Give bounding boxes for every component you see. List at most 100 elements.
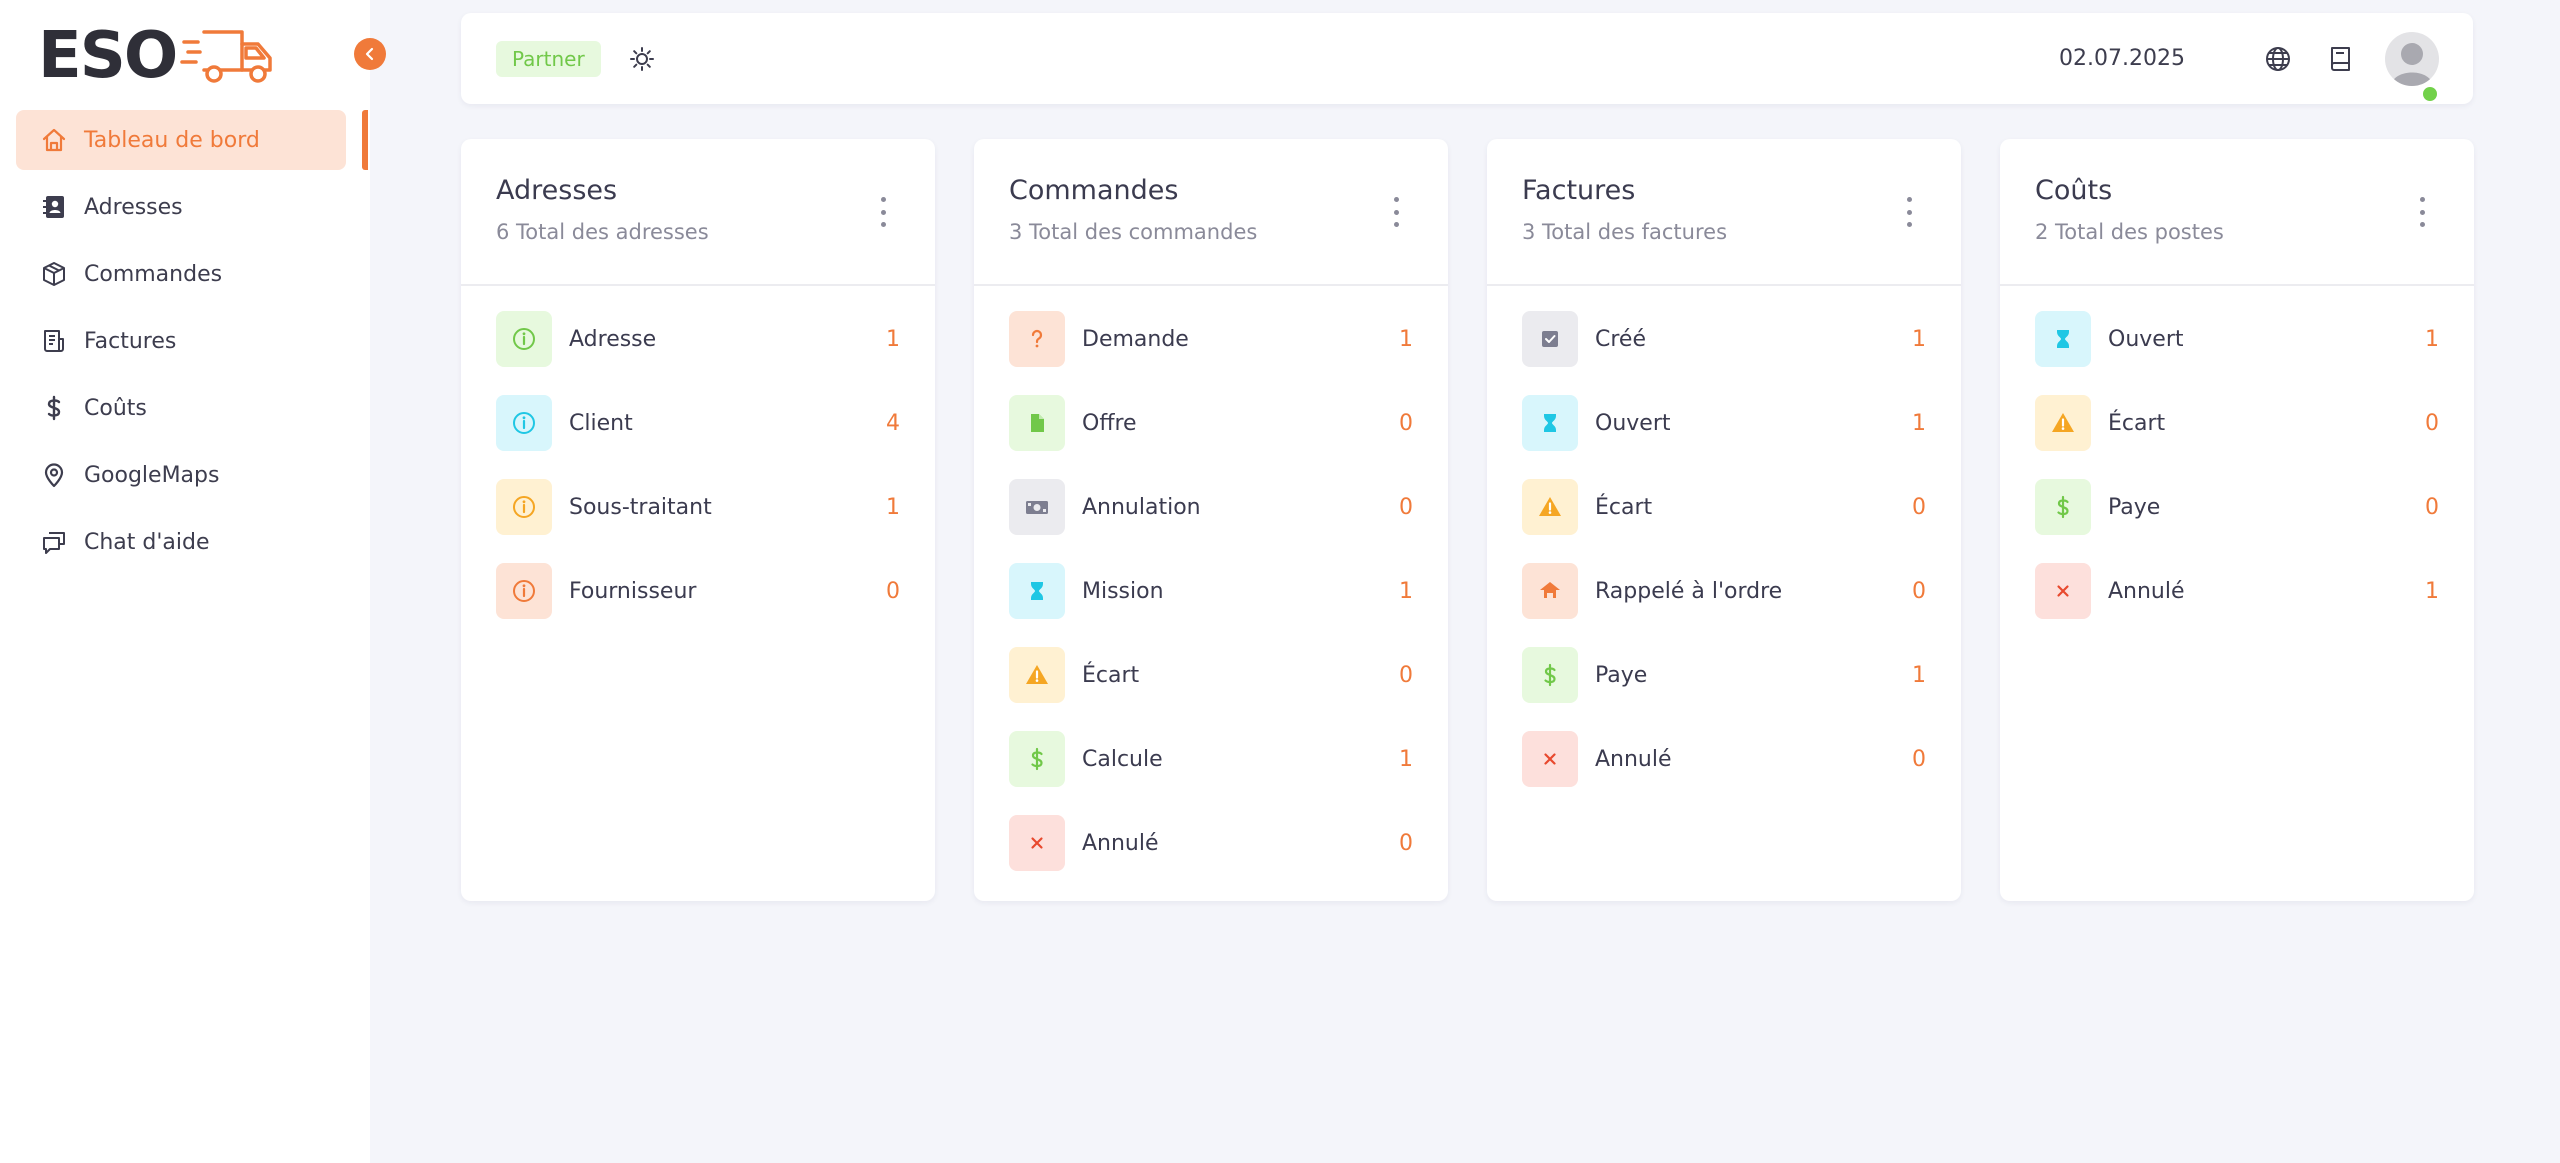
card-commandes: Commandes 3 Total des commandes Demande … <box>974 139 1448 901</box>
status-label: Écart <box>1595 494 1653 520</box>
list-item[interactable]: Écart 0 <box>1009 647 1413 703</box>
status-count: 0 <box>1399 410 1413 436</box>
card-title: Commandes <box>1009 175 1179 206</box>
list-item[interactable]: Ouvert 1 <box>2035 311 2439 367</box>
status-count: 0 <box>2425 494 2439 520</box>
sidebar-item-commandes[interactable]: Commandes <box>16 244 346 304</box>
status-label: Ouvert <box>1595 410 1671 436</box>
sidebar-item-tableau-de-bord[interactable]: Tableau de bord <box>16 110 346 170</box>
book-icon[interactable] <box>2323 42 2357 76</box>
list-item[interactable]: Annulé 1 <box>2035 563 2439 619</box>
map-pin-icon <box>38 459 70 491</box>
truck-icon <box>180 30 272 83</box>
status-label: Offre <box>1082 410 1137 436</box>
sidebar-item-couts[interactable]: Coûts <box>16 378 346 438</box>
list-item[interactable]: Annulé 0 <box>1009 815 1413 871</box>
status-count: 1 <box>2425 326 2439 352</box>
list-item[interactable]: Mission 1 <box>1009 563 1413 619</box>
list-item[interactable]: Ouvert 1 <box>1522 395 1926 451</box>
status-count: 0 <box>2425 410 2439 436</box>
list-item[interactable]: Fournisseur 0 <box>496 563 900 619</box>
status-label: Annulé <box>2108 578 2185 604</box>
sidebar-item-label: Adresses <box>84 194 183 220</box>
card-header: Adresses 6 Total des adresses <box>461 139 935 286</box>
status-count: 1 <box>886 326 900 352</box>
sidebar-item-chat-daide[interactable]: Chat d'aide <box>16 512 346 572</box>
list-item[interactable]: Sous-traitant 1 <box>496 479 900 535</box>
dollar-icon <box>2035 479 2091 535</box>
status-label: Écart <box>1082 662 1140 688</box>
list-item[interactable]: Calcule 1 <box>1009 731 1413 787</box>
status-count: 1 <box>1399 578 1413 604</box>
globe-icon[interactable] <box>2261 42 2295 76</box>
sidebar-item-label: Commandes <box>84 261 223 287</box>
warning-icon <box>1009 647 1065 703</box>
sidebar-item-factures[interactable]: Factures <box>16 311 346 371</box>
list-item[interactable]: Paye 0 <box>2035 479 2439 535</box>
invoice-icon <box>38 325 70 357</box>
list-item[interactable]: Annulation 0 <box>1009 479 1413 535</box>
more-vertical-icon[interactable] <box>2410 197 2434 227</box>
status-label: Sous-traitant <box>569 494 712 520</box>
sidebar-nav: Tableau de bord Adresses Commandes Factu… <box>16 110 346 579</box>
status-count: 1 <box>886 494 900 520</box>
sidebar-item-label: Tableau de bord <box>84 127 260 153</box>
sidebar-item-label: Coûts <box>84 395 147 421</box>
status-count: 0 <box>1912 578 1926 604</box>
list-item[interactable]: Annulé 0 <box>1522 731 1926 787</box>
card-title: Factures <box>1522 175 1636 206</box>
list-item[interactable]: Écart 0 <box>1522 479 1926 535</box>
info-icon <box>496 479 552 535</box>
status-label: Annulé <box>1082 830 1159 856</box>
info-icon <box>496 563 552 619</box>
more-vertical-icon[interactable] <box>871 197 895 227</box>
collapse-sidebar-button[interactable] <box>354 38 386 70</box>
status-label: Fournisseur <box>569 578 697 604</box>
list-item[interactable]: Paye 1 <box>1522 647 1926 703</box>
status-count: 1 <box>2425 578 2439 604</box>
list-item[interactable]: Offre 0 <box>1009 395 1413 451</box>
user-icon <box>2391 43 2433 86</box>
card-header: Factures 3 Total des factures <box>1487 139 1961 286</box>
more-vertical-icon[interactable] <box>1384 197 1408 227</box>
status-label: Demande <box>1082 326 1189 352</box>
checkbox-icon <box>1522 311 1578 367</box>
card-header: Commandes 3 Total des commandes <box>974 139 1448 286</box>
list-item[interactable]: Client 4 <box>496 395 900 451</box>
sidebar-item-googlemaps[interactable]: GoogleMaps <box>16 445 346 505</box>
hourglass-icon <box>1009 563 1065 619</box>
status-label: Calcule <box>1082 746 1163 772</box>
card-subtitle: 2 Total des postes <box>2035 220 2224 244</box>
status-count: 0 <box>1399 494 1413 520</box>
warning-icon <box>2035 395 2091 451</box>
status-label: Annulation <box>1082 494 1201 520</box>
status-list: Demande 1 Offre 0 Annulation 0 Mission 1… <box>1009 311 1413 899</box>
list-item[interactable]: Rappelé à l'ordre 0 <box>1522 563 1926 619</box>
sun-icon[interactable] <box>626 43 658 75</box>
list-item[interactable]: Écart 0 <box>2035 395 2439 451</box>
sidebar-item-label: Factures <box>84 328 177 354</box>
card-subtitle: 3 Total des commandes <box>1009 220 1258 244</box>
role-badge: Partner <box>496 41 601 77</box>
status-count: 1 <box>1399 326 1413 352</box>
status-list: Adresse 1 Client 4 Sous-traitant 1 Fourn… <box>496 311 900 647</box>
avatar[interactable] <box>2385 32 2439 86</box>
top-header: Partner 02.07.2025 <box>461 13 2473 104</box>
warning-icon <box>1522 479 1578 535</box>
list-item[interactable]: Adresse 1 <box>496 311 900 367</box>
card-subtitle: 6 Total des adresses <box>496 220 709 244</box>
status-label: Ouvert <box>2108 326 2184 352</box>
close-icon <box>1009 815 1065 871</box>
status-label: Annulé <box>1595 746 1672 772</box>
chat-icon <box>38 526 70 558</box>
money-icon <box>1009 479 1065 535</box>
status-label: Mission <box>1082 578 1164 604</box>
sidebar-item-adresses[interactable]: Adresses <box>16 177 346 237</box>
list-item[interactable]: Créé 1 <box>1522 311 1926 367</box>
status-count: 1 <box>1912 662 1926 688</box>
dollar-icon <box>1009 731 1065 787</box>
list-item[interactable]: Demande 1 <box>1009 311 1413 367</box>
more-vertical-icon[interactable] <box>1897 197 1921 227</box>
logo[interactable]: ESO <box>38 22 276 90</box>
chevron-left-icon <box>365 47 374 61</box>
